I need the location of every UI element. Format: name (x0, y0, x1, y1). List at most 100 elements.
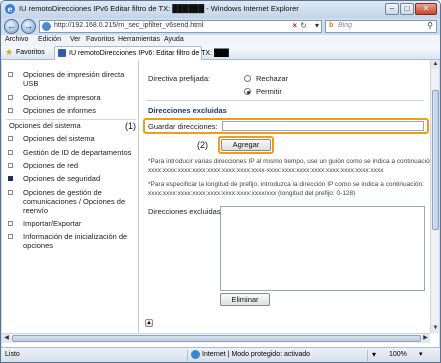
status-bar: Listo Internet | Modo protegido: activad… (1, 347, 440, 362)
sidebar-item-communication[interactable]: Opciones de gestión de comunicaciones / … (8, 188, 128, 215)
bing-icon: b (329, 22, 334, 29)
menu-bar: Archivo Edición Ver Favoritos Herramient… (1, 35, 440, 46)
horizontal-scrollbar[interactable]: ◀ ▶ (2, 333, 430, 343)
bullet-icon (8, 221, 13, 226)
sidebar-item-import-export[interactable]: Importar/Exportar (8, 219, 81, 228)
section-divider (146, 100, 424, 101)
browser-window: e IU remotoDirecciones IPv6 Editar filtr… (0, 0, 441, 363)
hscroll-thumb[interactable] (12, 335, 421, 342)
sidebar-item-label: Opciones de impresora (23, 93, 101, 102)
callout-2: (2) (197, 140, 208, 150)
sidebar-item-usb-print[interactable]: Opciones de impresión directa USB (8, 70, 138, 88)
address-url[interactable]: http://192.168.0.215/rn_sec_ipfilter_v6s… (54, 22, 203, 29)
excluded-section-title: Direcciones excluidas (148, 106, 227, 115)
address-row: ← → http://192.168.0.215/rn_sec_ipfilter… (1, 18, 440, 35)
refresh-icon[interactable]: ↻ (300, 21, 307, 30)
page-icon (58, 49, 66, 57)
globe-icon (42, 22, 51, 31)
excluded-addresses-list[interactable] (220, 206, 425, 291)
sidebar-item-network[interactable]: Opciones de red (8, 161, 78, 170)
allow-label: Permitir (256, 87, 282, 96)
policy-label: Directiva prefijada: (148, 74, 211, 83)
star-icon[interactable]: ★ (5, 47, 13, 58)
favorites-bar: ★ Favoritos IU remotoDirecciones IPv6: E… (1, 46, 440, 60)
maximize-button[interactable]: □ (400, 3, 414, 15)
favorites-label[interactable]: Favoritos (16, 49, 45, 56)
stop-icon[interactable]: × (292, 21, 297, 30)
menu-archivo[interactable]: Archivo (5, 36, 28, 43)
add-button[interactable]: Agregar (221, 139, 271, 151)
sidebar-item-system[interactable]: Opciones del sistema (8, 134, 95, 143)
menu-ayuda[interactable]: Ayuda (164, 36, 184, 43)
tab-label: IU remotoDirecciones IPv6: Editar filtro… (69, 50, 229, 57)
save-addresses-label: Guardar direcciones: (148, 122, 218, 131)
scroll-right-icon[interactable]: ▶ (421, 334, 430, 343)
bullet-icon (8, 163, 13, 168)
reject-radio[interactable] (244, 75, 251, 82)
vertical-scrollbar[interactable]: ▲ ▼ (430, 60, 439, 333)
go-icon[interactable]: ▾ (315, 21, 319, 30)
main-panel: Directiva prefijada: Rechazar Permitir D… (140, 60, 435, 333)
zoom-dropdown-icon[interactable]: ▾ (419, 350, 423, 358)
forward-icon[interactable]: → (21, 19, 36, 34)
sidebar-item-label: Importar/Exportar (23, 219, 82, 228)
window-title: IU remotoDirecciones IPv6 Editar filtro … (19, 4, 299, 13)
search-icon[interactable]: ⚲ (427, 21, 433, 30)
bullet-icon (8, 136, 13, 141)
sidebar-section-title: Opciones del sistema (9, 121, 81, 130)
zoom-level[interactable]: 100% (389, 351, 407, 358)
address-bar[interactable]: http://192.168.0.215/rn_sec_ipfilter_v6s… (39, 20, 322, 33)
browser-tab[interactable]: IU remotoDirecciones IPv6: Editar filtro… (54, 46, 229, 60)
sidebar-item-label: Opciones de seguridad (23, 174, 101, 183)
sidebar-divider (6, 119, 136, 120)
save-addresses-input[interactable] (222, 121, 424, 131)
sidebar-item-security[interactable]: Opciones de seguridad (8, 174, 100, 183)
scroll-up-icon[interactable]: ▲ (431, 60, 439, 69)
bullet-icon (8, 72, 13, 77)
title-bar: e IU remotoDirecciones IPv6 Editar filtr… (1, 1, 440, 18)
bullet-icon (8, 176, 13, 181)
status-text: Listo (5, 351, 20, 358)
sidebar-item-label: Opciones de gestión de comunicaciones / … (23, 188, 126, 215)
bullet-icon (8, 108, 13, 113)
minimize-button[interactable]: – (385, 3, 399, 15)
menu-herramientas[interactable]: Herramientas (118, 36, 160, 43)
window-controls: – □ ✕ (385, 3, 437, 15)
sidebar-item-label: Información de inicialización de opcione… (23, 232, 128, 250)
menu-favoritos[interactable]: Favoritos (86, 36, 115, 43)
reject-label: Rechazar (256, 74, 289, 83)
close-button[interactable]: ✕ (415, 3, 437, 15)
scroll-left-icon[interactable]: ◀ (2, 334, 11, 343)
callout-1: (1) (125, 121, 136, 131)
allow-radio[interactable] (244, 88, 251, 95)
search-box[interactable]: b Bing ⚲ (325, 20, 437, 33)
sidebar-item-label: Gestión de ID de departamentos (23, 148, 132, 157)
status-divider (367, 350, 368, 361)
excluded-addresses-label: Direcciones excluidas: (148, 207, 223, 216)
sidebar-item-label: Opciones del sistema (23, 134, 95, 143)
sidebar-item-label: Opciones de red (23, 161, 79, 170)
menu-edicion[interactable]: Edición (38, 36, 61, 43)
page-content: Opciones de impresión directa USB Opcion… (2, 60, 439, 347)
top-icon[interactable]: ▲ (145, 319, 153, 327)
scroll-down-icon[interactable]: ▼ (431, 324, 439, 333)
note-range-example: xxxx:xxxx:xxxx:xxxx:xxxx:xxxx:xxxx:xxxx-… (148, 167, 384, 174)
protected-mode-icon[interactable]: ▾ (372, 350, 376, 359)
sidebar: Opciones de impresión directa USB Opcion… (2, 60, 139, 333)
internet-zone-icon (191, 350, 200, 359)
menu-ver[interactable]: Ver (70, 36, 81, 43)
sidebar-item-printer[interactable]: Opciones de impresora (8, 93, 101, 102)
back-icon[interactable]: ← (4, 19, 19, 34)
sidebar-item-label: Opciones de impresión directa USB (23, 70, 125, 88)
note-range: *Para introducir varias direcciones IP a… (148, 158, 436, 165)
security-zone[interactable]: Internet | Modo protegido: activado (202, 351, 310, 358)
ie-icon: e (5, 4, 15, 14)
sidebar-item-department-id[interactable]: Gestión de ID de departamentos (8, 148, 131, 157)
sidebar-item-initialization[interactable]: Información de inicialización de opcione… (8, 232, 130, 250)
sidebar-item-reports[interactable]: Opciones de informes (8, 106, 96, 115)
bullet-icon (8, 190, 13, 195)
bullet-icon (8, 234, 13, 239)
delete-button[interactable]: Eliminar (220, 293, 270, 306)
status-divider (187, 350, 188, 361)
scroll-thumb[interactable] (432, 90, 439, 230)
